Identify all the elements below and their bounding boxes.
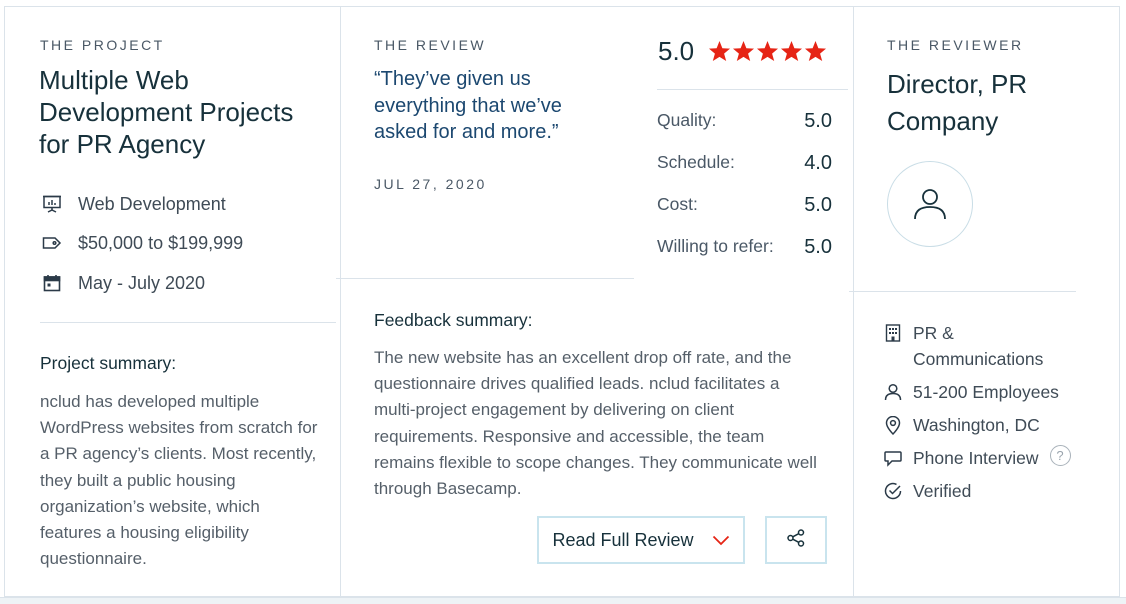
avatar xyxy=(887,161,973,247)
reviewer-interview: Phone Interview ? xyxy=(883,445,1071,471)
column-divider xyxy=(340,7,341,598)
star-icon xyxy=(756,40,779,62)
project-budget: $50,000 to $199,999 xyxy=(40,231,243,255)
project-summary-text: nclud has developed multiple WordPress w… xyxy=(40,392,318,569)
reviewer-size: 51-200 Employees xyxy=(883,379,1073,405)
reviewer-industry: PR & Communications xyxy=(883,320,1073,372)
rating-value: 5.0 xyxy=(804,236,832,258)
star-icon xyxy=(780,40,803,62)
review-eyebrow: THE REVIEW xyxy=(374,37,487,53)
overall-rating: 5.0 xyxy=(658,36,695,66)
reviewer-size-label: 51-200 Employees xyxy=(913,382,1059,402)
divider xyxy=(40,322,336,323)
project-service-label: Web Development xyxy=(78,193,226,214)
project-summary-heading: Project summary: xyxy=(40,353,177,373)
star-icon xyxy=(804,40,827,62)
location-pin-icon xyxy=(883,414,903,436)
project-budget-label: $50,000 to $199,999 xyxy=(78,232,244,253)
reviewer-interview-label: Phone Interview xyxy=(913,448,1039,468)
project-dates: May - July 2020 xyxy=(40,271,205,295)
reviewer-location-label: Washington, DC xyxy=(913,415,1040,435)
rating-stars xyxy=(708,40,827,62)
price-tag-icon xyxy=(40,231,64,255)
feedback-summary-text: The new website has an excellent drop of… xyxy=(374,348,817,499)
calendar-icon xyxy=(40,271,64,295)
next-card-edge xyxy=(0,597,1126,604)
project-title: Multiple Web Development Projects for PR… xyxy=(39,65,294,159)
chevron-down-icon xyxy=(712,535,730,546)
divider xyxy=(657,89,848,90)
project-dates-label: May - July 2020 xyxy=(78,272,206,293)
read-full-review-button[interactable]: Read Full Review xyxy=(537,516,745,564)
share-icon xyxy=(786,528,806,553)
person-icon xyxy=(883,381,903,403)
rating-label: Quality: xyxy=(657,110,717,130)
rating-label: Willing to refer: xyxy=(657,236,774,256)
star-icon xyxy=(708,40,731,62)
rating-value: 5.0 xyxy=(804,194,832,216)
verified-check-icon xyxy=(883,480,903,502)
reviewer-title: Director, PR Company xyxy=(887,69,1028,136)
reviewer-verified: Verified xyxy=(883,478,1073,504)
user-icon xyxy=(914,189,946,220)
rating-schedule: Schedule: 4.0 xyxy=(657,152,832,175)
rating-label: Schedule: xyxy=(657,152,735,172)
rating-value: 4.0 xyxy=(804,152,832,174)
feedback-summary-heading: Feedback summary: xyxy=(374,310,533,330)
divider xyxy=(336,278,634,279)
reviewer-eyebrow: THE REVIEWER xyxy=(887,37,1024,53)
rating-willing-to-refer: Willing to refer: 5.0 xyxy=(657,236,832,259)
column-divider xyxy=(853,7,854,598)
building-icon xyxy=(883,322,903,344)
divider xyxy=(849,291,1076,292)
review-date: JUL 27, 2020 xyxy=(374,176,487,192)
help-icon[interactable]: ? xyxy=(1049,445,1071,466)
reviewer-industry-label: PR & Communications xyxy=(913,323,1044,369)
rating-cost: Cost: 5.0 xyxy=(657,194,832,217)
share-button[interactable] xyxy=(765,516,827,564)
reviewer-verified-label: Verified xyxy=(913,481,972,501)
read-full-review-label: Read Full Review xyxy=(552,529,694,550)
project-eyebrow: THE PROJECT xyxy=(40,37,165,53)
rating-label: Cost: xyxy=(657,194,698,214)
project-service: Web Development xyxy=(40,192,226,216)
presentation-chart-icon xyxy=(40,192,64,216)
star-icon xyxy=(732,40,755,62)
rating-value: 5.0 xyxy=(804,110,832,132)
reviewer-location: Washington, DC xyxy=(883,412,1073,438)
review-quote: “They’ve given us everything that we’ve … xyxy=(374,68,562,143)
rating-quality: Quality: 5.0 xyxy=(657,110,832,133)
chat-bubble-icon xyxy=(883,447,903,469)
